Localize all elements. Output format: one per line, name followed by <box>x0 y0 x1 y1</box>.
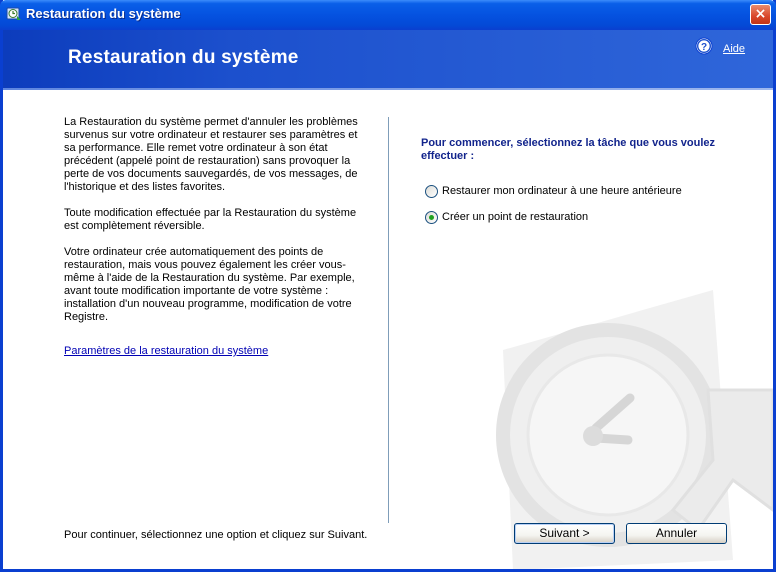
option-label[interactable]: Restaurer mon ordinateur à une heure ant… <box>442 185 682 197</box>
restore-settings-link[interactable]: Paramètres de la restauration du système <box>64 345 268 357</box>
description-text: La Restauration du système permet d'annu… <box>64 116 364 337</box>
panel-divider <box>388 117 389 523</box>
description-paragraph: Votre ordinateur crée automatiquement de… <box>64 246 355 323</box>
description-paragraph: Toute modification effectuée par la Rest… <box>64 207 357 232</box>
system-restore-icon <box>6 7 21 20</box>
next-button[interactable]: Suivant > <box>514 523 615 544</box>
wizard-content: La Restauration du système permet d'annu… <box>3 90 773 569</box>
system-restore-window: Restauration du système × Restauration d… <box>0 0 776 572</box>
option-restore-computer[interactable]: Restaurer mon ordinateur à une heure ant… <box>425 183 682 199</box>
radio-button-checked[interactable] <box>425 210 438 224</box>
close-button[interactable]: × <box>750 4 771 25</box>
description-paragraph: La Restauration du système permet d'annu… <box>64 116 358 193</box>
page-title: Restauration du système <box>68 47 299 68</box>
help-link[interactable]: Aide <box>723 43 745 55</box>
help-icon[interactable]: ? <box>695 37 713 55</box>
wizard-header: Restauration du système ? Aide <box>3 30 773 89</box>
option-label[interactable]: Créer un point de restauration <box>442 211 588 223</box>
option-create-restore-point[interactable]: Créer un point de restauration <box>425 209 588 225</box>
title-bar[interactable]: Restauration du système × <box>0 0 776 30</box>
svg-text:?: ? <box>701 42 707 53</box>
cancel-button[interactable]: Annuler <box>626 523 727 544</box>
task-instruction: Pour commencer, sélectionnez la tâche qu… <box>421 137 716 162</box>
close-icon: × <box>754 6 767 22</box>
footer-hint: Pour continuer, sélectionnez une option … <box>64 529 368 541</box>
radio-button[interactable] <box>425 184 438 198</box>
window-title: Restauration du système <box>26 6 181 21</box>
